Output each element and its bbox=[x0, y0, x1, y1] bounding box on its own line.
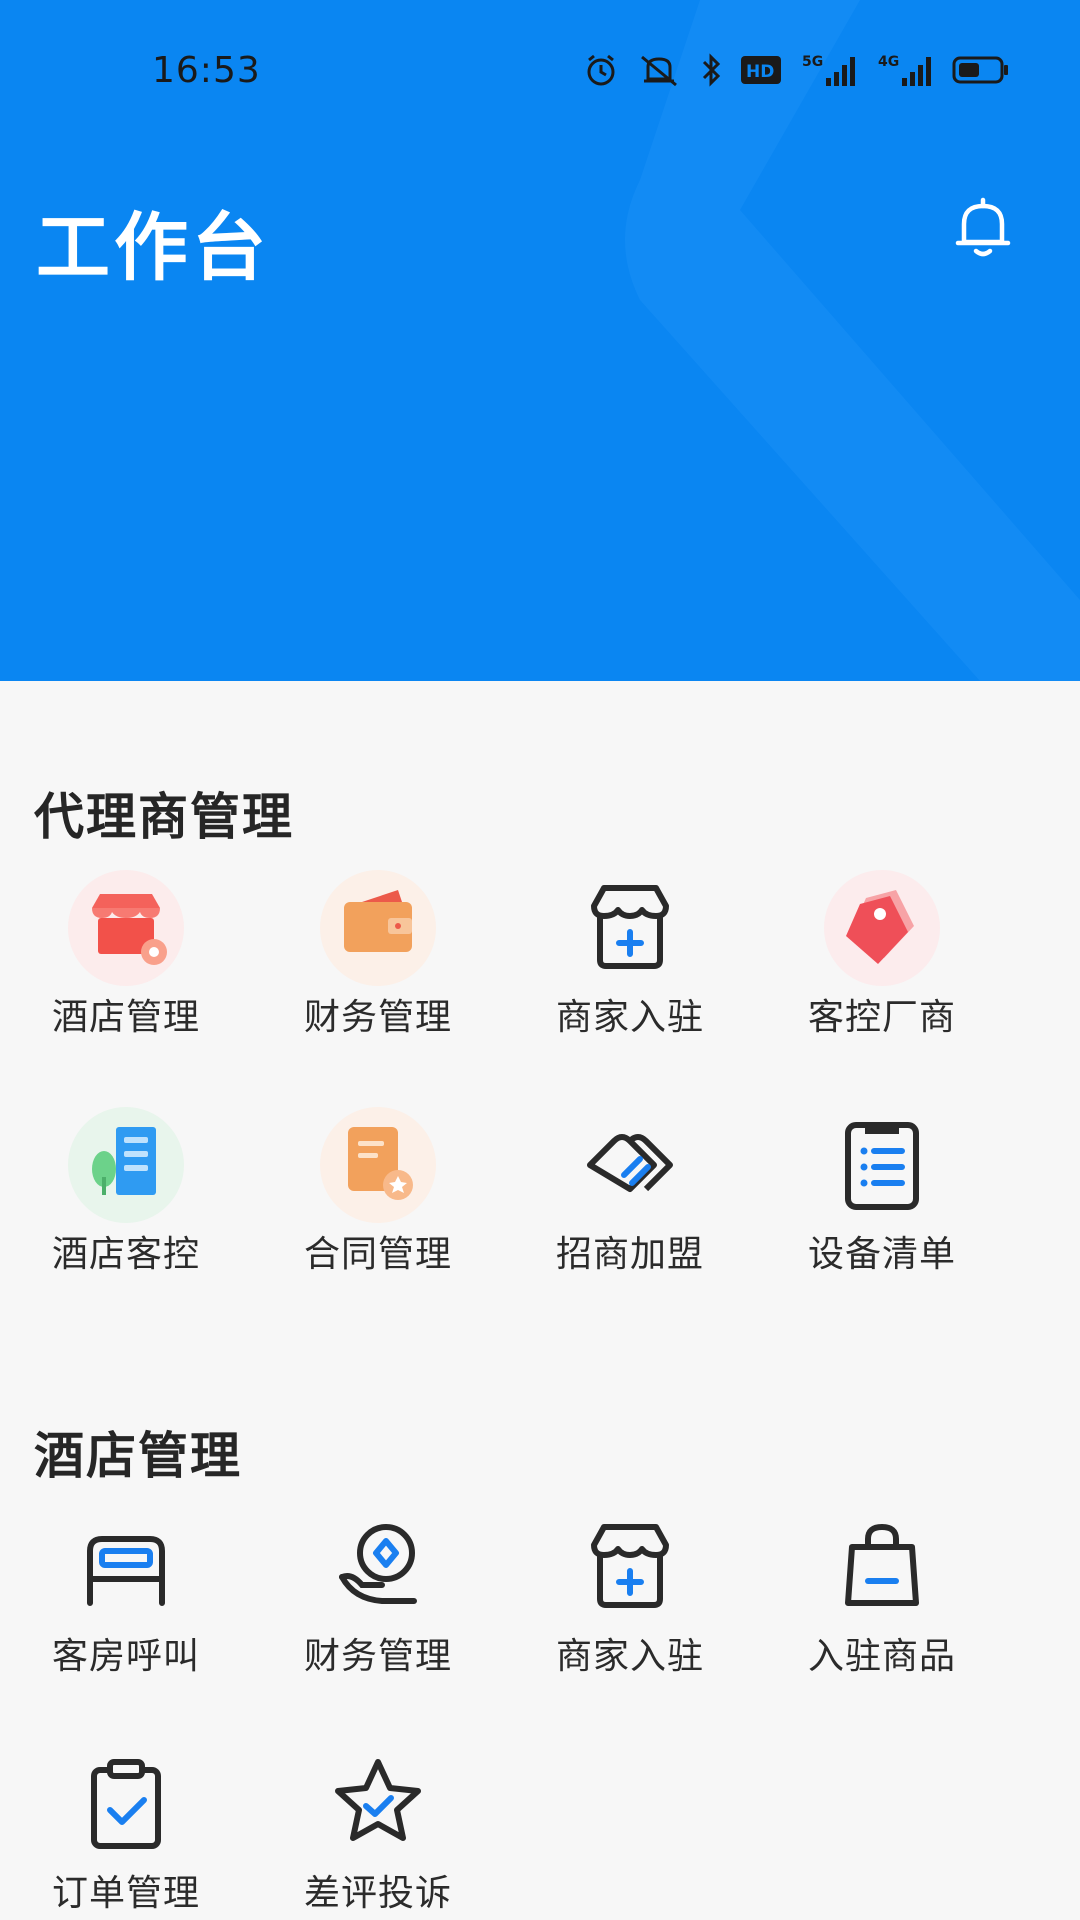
svg-text:4G: 4G bbox=[878, 54, 899, 70]
grid-item-control-vendor[interactable]: 客控厂商 bbox=[756, 868, 1008, 1068]
grid-item-hotel-management[interactable]: 酒店管理 bbox=[0, 868, 252, 1068]
header: 16:53 HD 5G 4G 工作台 bbox=[0, 0, 1080, 681]
checklist-icon bbox=[845, 1122, 919, 1210]
grid-item-merchant-entry[interactable]: 商家入驻 bbox=[504, 868, 756, 1068]
handshake-icon bbox=[587, 1134, 673, 1192]
building-icon bbox=[68, 1107, 184, 1223]
grid-item-label: 酒店客控 bbox=[51, 1234, 200, 1275]
grid-item-room-call[interactable]: 客房呼叫 bbox=[0, 1507, 252, 1707]
section-title-agent: 代理商管理 bbox=[34, 788, 294, 846]
grid-item-label: 客控厂商 bbox=[807, 997, 956, 1038]
grid-item-entered-products[interactable]: 入驻商品 bbox=[756, 1507, 1008, 1707]
shop-add-icon bbox=[591, 885, 669, 969]
wallet-icon bbox=[320, 870, 436, 986]
svg-text:HD: HD bbox=[746, 62, 774, 82]
grid-item-contract-management[interactable]: 合同管理 bbox=[252, 1105, 504, 1305]
grid-item-franchise[interactable]: 招商加盟 bbox=[504, 1105, 756, 1305]
page-title: 工作台 bbox=[36, 205, 270, 291]
store-settings-icon bbox=[68, 870, 184, 986]
shop-add-icon bbox=[591, 1524, 669, 1608]
grid-item-label: 合同管理 bbox=[303, 1234, 452, 1275]
grid-item-label: 酒店管理 bbox=[51, 997, 200, 1038]
tag-icon bbox=[824, 870, 940, 986]
grid-item-device-list[interactable]: 设备清单 bbox=[756, 1105, 1008, 1305]
bluetooth-icon bbox=[702, 53, 721, 87]
grid-item-negative-review[interactable]: 差评投诉 bbox=[252, 1744, 504, 1920]
grid-item-label: 入驻商品 bbox=[807, 1636, 956, 1677]
4g-signal-icon: 4G bbox=[878, 54, 931, 86]
grid-item-label: 设备清单 bbox=[807, 1234, 956, 1275]
content-area: 代理商管理 酒店管理 财务管理 商家入驻 客控厂商 酒店客控 合同管理 招商加盟… bbox=[0, 681, 1080, 1920]
grid-item-order-management[interactable]: 订单管理 bbox=[0, 1744, 252, 1920]
grid-item-merchant-entry-hotel[interactable]: 商家入驻 bbox=[504, 1507, 756, 1707]
svg-text:5G: 5G bbox=[802, 54, 823, 70]
grid-item-label: 商家入驻 bbox=[555, 1636, 704, 1677]
star-check-icon bbox=[335, 1759, 421, 1841]
grid-item-label: 商家入驻 bbox=[555, 997, 704, 1038]
contract-icon bbox=[320, 1107, 436, 1223]
5g-signal-icon: 5G bbox=[802, 54, 855, 86]
bell-icon[interactable] bbox=[952, 196, 1014, 260]
grid-item-finance-management[interactable]: 财务管理 bbox=[252, 868, 504, 1068]
hd-icon: HD bbox=[741, 56, 781, 84]
hand-coin-icon bbox=[339, 1524, 417, 1604]
grid-item-label: 订单管理 bbox=[51, 1873, 200, 1914]
status-bar: 16:53 HD 5G 4G bbox=[0, 0, 1080, 140]
status-time: 16:53 bbox=[152, 50, 261, 91]
grid-item-label: 招商加盟 bbox=[555, 1234, 704, 1275]
grid-item-finance-management-hotel[interactable]: 财务管理 bbox=[252, 1507, 504, 1707]
grid-item-label: 客房呼叫 bbox=[51, 1636, 200, 1677]
grid-item-label: 差评投诉 bbox=[303, 1873, 452, 1914]
grid-item-hotel-control[interactable]: 酒店客控 bbox=[0, 1105, 252, 1305]
grid-item-label: 财务管理 bbox=[303, 1636, 452, 1677]
alarm-icon bbox=[587, 54, 615, 86]
shopping-bag-icon bbox=[845, 1523, 919, 1606]
grid-item-label: 财务管理 bbox=[303, 997, 452, 1038]
mute-icon bbox=[641, 55, 677, 87]
section-title-hotel: 酒店管理 bbox=[34, 1427, 242, 1485]
bed-icon bbox=[87, 1536, 165, 1606]
battery-icon bbox=[952, 56, 1008, 84]
status-icons: HD 5G 4G bbox=[584, 52, 1010, 88]
clipboard-check-icon bbox=[91, 1759, 161, 1849]
